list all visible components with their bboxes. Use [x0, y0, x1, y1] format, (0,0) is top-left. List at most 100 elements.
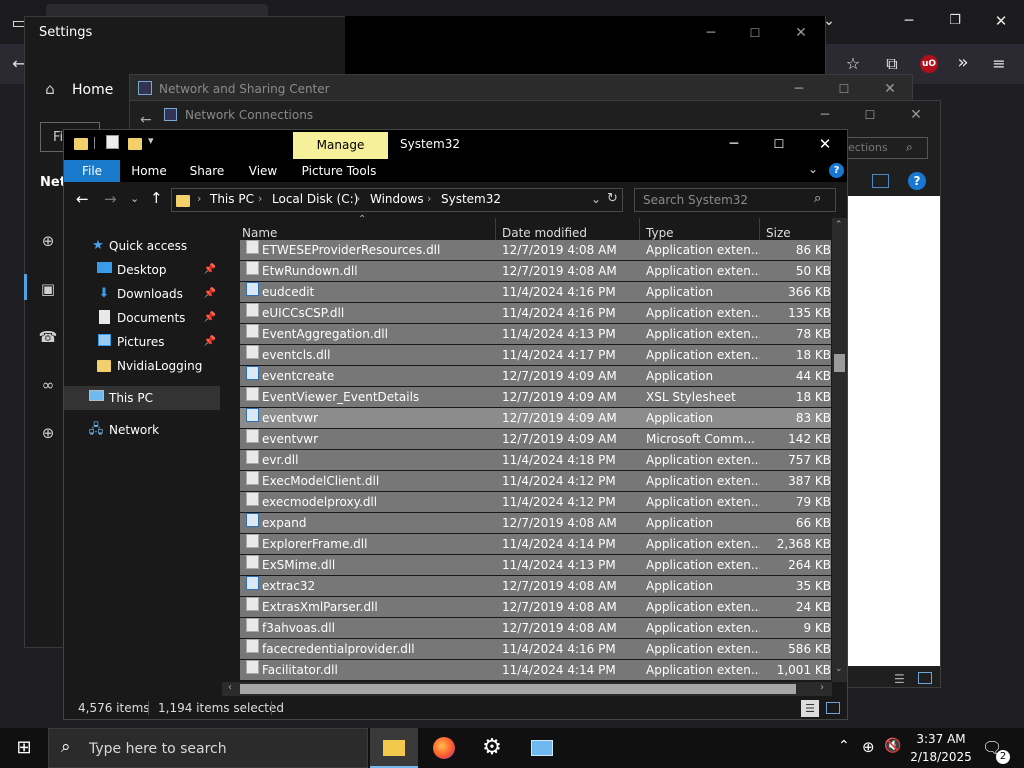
network-status-icon[interactable]: ⊕: [862, 738, 875, 756]
table-row[interactable]: extrac32 12/7/2019 4:08 AM Application 35 K…: [240, 576, 831, 596]
vertical-scroll-thumb[interactable]: [834, 354, 845, 372]
table-row[interactable]: f3ahvoas.dll 12/7/2019 4:08 AM Application…: [240, 618, 831, 638]
pin-icon[interactable]: 📌: [204, 258, 216, 282]
pin-icon[interactable]: 📌: [204, 306, 216, 330]
nav-quick-access[interactable]: ★ Quick access: [64, 234, 220, 258]
scroll-right-icon[interactable]: ›: [820, 682, 824, 693]
back-icon[interactable]: ←: [76, 190, 89, 208]
tab-file[interactable]: File: [64, 160, 120, 182]
ncon-view-pane-icon[interactable]: [872, 174, 889, 188]
tab-share[interactable]: Share: [184, 160, 230, 182]
ethernet-icon[interactable]: ▣: [38, 280, 58, 298]
breadcrumb-this-pc[interactable]: This PC: [210, 192, 254, 206]
settings-minimize-icon[interactable]: ─: [696, 23, 726, 43]
nsc-close-icon[interactable]: ✕: [875, 79, 905, 99]
table-row[interactable]: expand 12/7/2019 4:08 AM Application 66 KB: [240, 513, 831, 533]
address-dropdown-icon[interactable]: ⌄: [591, 192, 601, 206]
qat-properties-icon[interactable]: [106, 135, 119, 149]
vertical-scrollbar[interactable]: [832, 218, 847, 682]
nav-documents[interactable]: Documents 📌: [64, 306, 220, 330]
breadcrumb-windows[interactable]: Windows: [370, 192, 424, 206]
explorer-minimize-icon[interactable]: ─: [719, 134, 749, 154]
table-row[interactable]: eventvwr 12/7/2019 4:09 AM Application 83 K…: [240, 408, 831, 428]
volume-muted-icon[interactable]: 🔇: [884, 738, 901, 754]
tab-home[interactable]: Home: [126, 160, 172, 182]
forward-icon[interactable]: →: [104, 190, 117, 208]
bookmark-star-icon[interactable]: ☆: [842, 53, 864, 75]
table-row[interactable]: EtwRundown.dll 12/7/2019 4:08 AM Applicati…: [240, 261, 831, 281]
ncon-minimize-icon[interactable]: ─: [810, 105, 840, 125]
nav-pictures[interactable]: Pictures 📌: [64, 330, 220, 354]
firefox-taskbar-button[interactable]: [420, 728, 468, 768]
ncon-help-icon[interactable]: ?: [908, 172, 926, 190]
home-icon[interactable]: ⌂: [40, 80, 60, 98]
table-row[interactable]: ETWESEProviderResources.dll 12/7/2019 4:0…: [240, 240, 831, 260]
ribbon-expand-icon[interactable]: ⌄: [808, 162, 818, 176]
table-row[interactable]: EventViewer_EventDetails 12/7/2019 4:09 A…: [240, 387, 831, 407]
scroll-left-icon[interactable]: ‹: [228, 682, 232, 693]
tab-picture-tools[interactable]: Picture Tools: [298, 160, 380, 182]
table-row[interactable]: facecredentialprovider.dll 11/4/2024 4:16…: [240, 639, 831, 659]
tray-chevron-icon[interactable]: ⌃: [838, 738, 850, 754]
browser-minimize-icon[interactable]: ─: [898, 10, 920, 32]
tab-view[interactable]: View: [240, 160, 286, 182]
breadcrumb-local-disk[interactable]: Local Disk (C:): [272, 192, 358, 206]
ncon-tiles-view-icon[interactable]: [918, 672, 932, 684]
help-icon[interactable]: ?: [829, 163, 844, 178]
hamburger-menu-icon[interactable]: ≡: [988, 53, 1010, 75]
nav-desktop[interactable]: Desktop 📌: [64, 258, 220, 282]
nav-this-pc[interactable]: This PC: [64, 386, 220, 410]
globe-icon[interactable]: ⊕: [38, 232, 58, 250]
table-row[interactable]: eventcreate 12/7/2019 4:09 AM Application 4…: [240, 366, 831, 386]
horizontal-scroll-thumb[interactable]: [240, 684, 796, 694]
qat-customize-icon[interactable]: ▾: [148, 134, 154, 147]
pin-icon[interactable]: 📌: [204, 282, 216, 306]
extensions-icon[interactable]: ⧉: [881, 53, 903, 75]
browser-restore-icon[interactable]: ❐: [944, 10, 966, 32]
large-icons-view-icon[interactable]: [826, 702, 840, 714]
scroll-down-icon[interactable]: ⌄: [835, 664, 843, 674]
pin-icon[interactable]: 📌: [204, 330, 216, 354]
windows-start-icon[interactable]: ⊞: [0, 728, 48, 768]
table-row[interactable]: ExecModelClient.dll 11/4/2024 4:12 PM Appl…: [240, 471, 831, 491]
ncon-details-view-icon[interactable]: ☰: [894, 672, 905, 686]
settings-maximize-icon[interactable]: ☐: [740, 23, 770, 43]
nsc-maximize-icon[interactable]: ☐: [829, 79, 859, 99]
table-row[interactable]: execmodelproxy.dll 11/4/2024 4:12 PM Appli…: [240, 492, 831, 512]
details-view-icon[interactable]: ☰: [801, 700, 819, 717]
table-row[interactable]: eudcedit 11/4/2024 4:16 PM Application 366 …: [240, 282, 831, 302]
breadcrumb-sep-icon[interactable]: ›: [356, 192, 360, 205]
taskbar-search-box[interactable]: ⌕ Type here to search: [48, 728, 368, 768]
up-icon[interactable]: ↑: [150, 189, 163, 207]
search-icon[interactable]: ⌕: [814, 191, 821, 206]
qat-new-folder-icon[interactable]: [128, 136, 142, 150]
vpn-icon[interactable]: ∞: [38, 376, 58, 394]
manage-tab[interactable]: Manage: [293, 132, 388, 159]
table-row[interactable]: ExSMime.dll 11/4/2024 4:13 PM Application …: [240, 555, 831, 575]
explorer-maximize-icon[interactable]: ☐: [764, 134, 794, 154]
breadcrumb-sep-icon[interactable]: ›: [258, 192, 262, 205]
table-row[interactable]: Facilitator.dll 11/4/2024 4:14 PM Applicat…: [240, 660, 831, 680]
refresh-icon[interactable]: ↻: [607, 191, 618, 206]
control-panel-taskbar-button[interactable]: [518, 728, 566, 768]
ncon-search-input[interactable]: nections: [838, 137, 928, 159]
overflow-chevrons-icon[interactable]: »: [952, 52, 974, 74]
browser-close-icon[interactable]: ✕: [990, 10, 1012, 32]
nav-network[interactable]: 🖧 Network: [64, 418, 220, 442]
table-row[interactable]: ExtrasXmlParser.dll 12/7/2019 4:08 AM Appl…: [240, 597, 831, 617]
ncon-search-icon[interactable]: ⌕: [906, 140, 913, 155]
clock-date[interactable]: 2/18/2025: [908, 750, 974, 764]
nav-nvidialogging[interactable]: NvidiaLogging: [64, 354, 220, 378]
table-row[interactable]: evr.dll 11/4/2024 4:18 PM Application exte…: [240, 450, 831, 470]
scroll-up-icon[interactable]: ⌃: [835, 220, 843, 230]
table-row[interactable]: eventvwr 12/7/2019 4:09 AM Microsoft Comm.…: [240, 429, 831, 449]
breadcrumb-sep-icon[interactable]: ›: [427, 192, 431, 205]
breadcrumb-sep-icon[interactable]: ›: [197, 192, 201, 205]
dialup-icon[interactable]: ☎: [38, 328, 58, 346]
table-row[interactable]: ExplorerFrame.dll 11/4/2024 4:14 PM Applic…: [240, 534, 831, 554]
search-input[interactable]: Search System32: [634, 188, 836, 212]
breadcrumb-system32[interactable]: System32: [441, 192, 501, 206]
recent-locations-icon[interactable]: ⌄: [130, 192, 139, 205]
nsc-minimize-icon[interactable]: ─: [784, 79, 814, 99]
settings-taskbar-button[interactable]: ⚙: [468, 728, 516, 768]
